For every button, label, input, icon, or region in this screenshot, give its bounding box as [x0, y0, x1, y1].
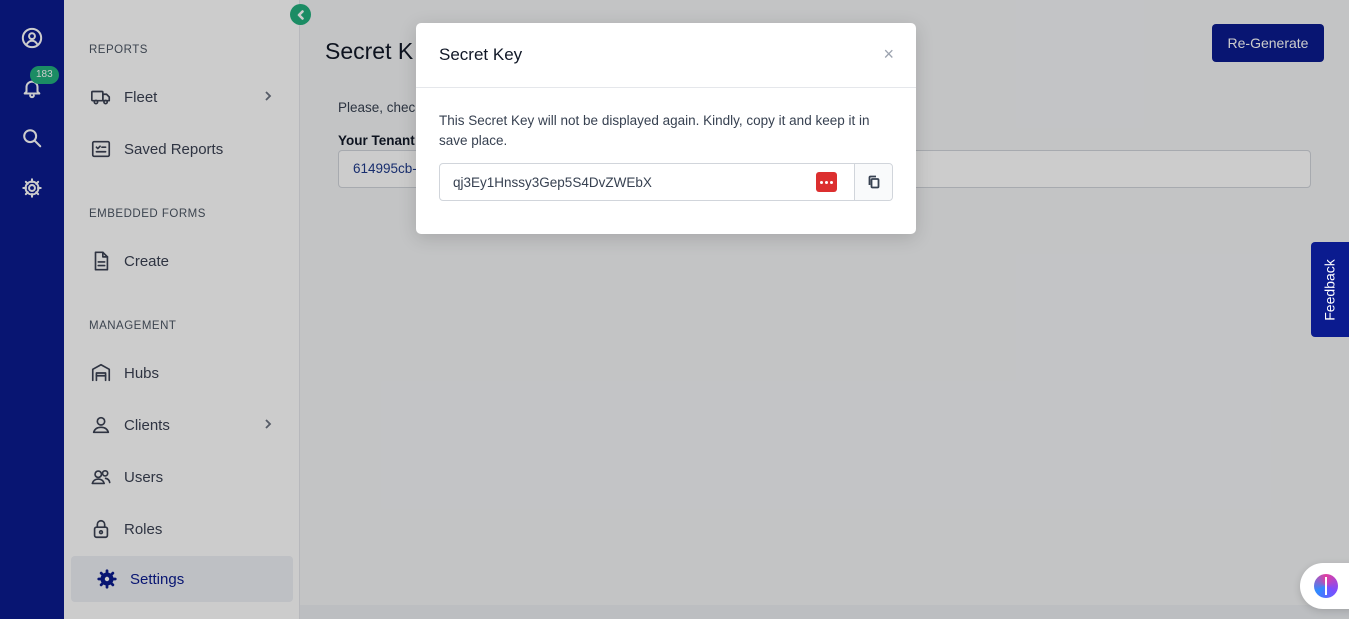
password-manager-icon[interactable]	[816, 172, 837, 192]
assistant-button[interactable]	[1300, 563, 1349, 609]
modal-message: This Secret Key will not be displayed ag…	[439, 113, 870, 148]
secret-key-field-group	[439, 163, 893, 201]
copy-icon	[868, 175, 879, 189]
copy-button[interactable]	[854, 164, 892, 200]
close-icon[interactable]: ×	[883, 44, 894, 64]
feedback-label: Feedback	[1322, 258, 1339, 321]
modal-title: Secret Key	[439, 45, 523, 64]
secret-key-input[interactable]	[440, 164, 854, 200]
feedback-tab[interactable]: Feedback	[1311, 242, 1349, 337]
brain-icon	[1314, 574, 1338, 598]
secret-key-modal: Secret Key × This Secret Key will not be…	[416, 23, 916, 234]
modal-header: Secret Key ×	[416, 23, 916, 88]
